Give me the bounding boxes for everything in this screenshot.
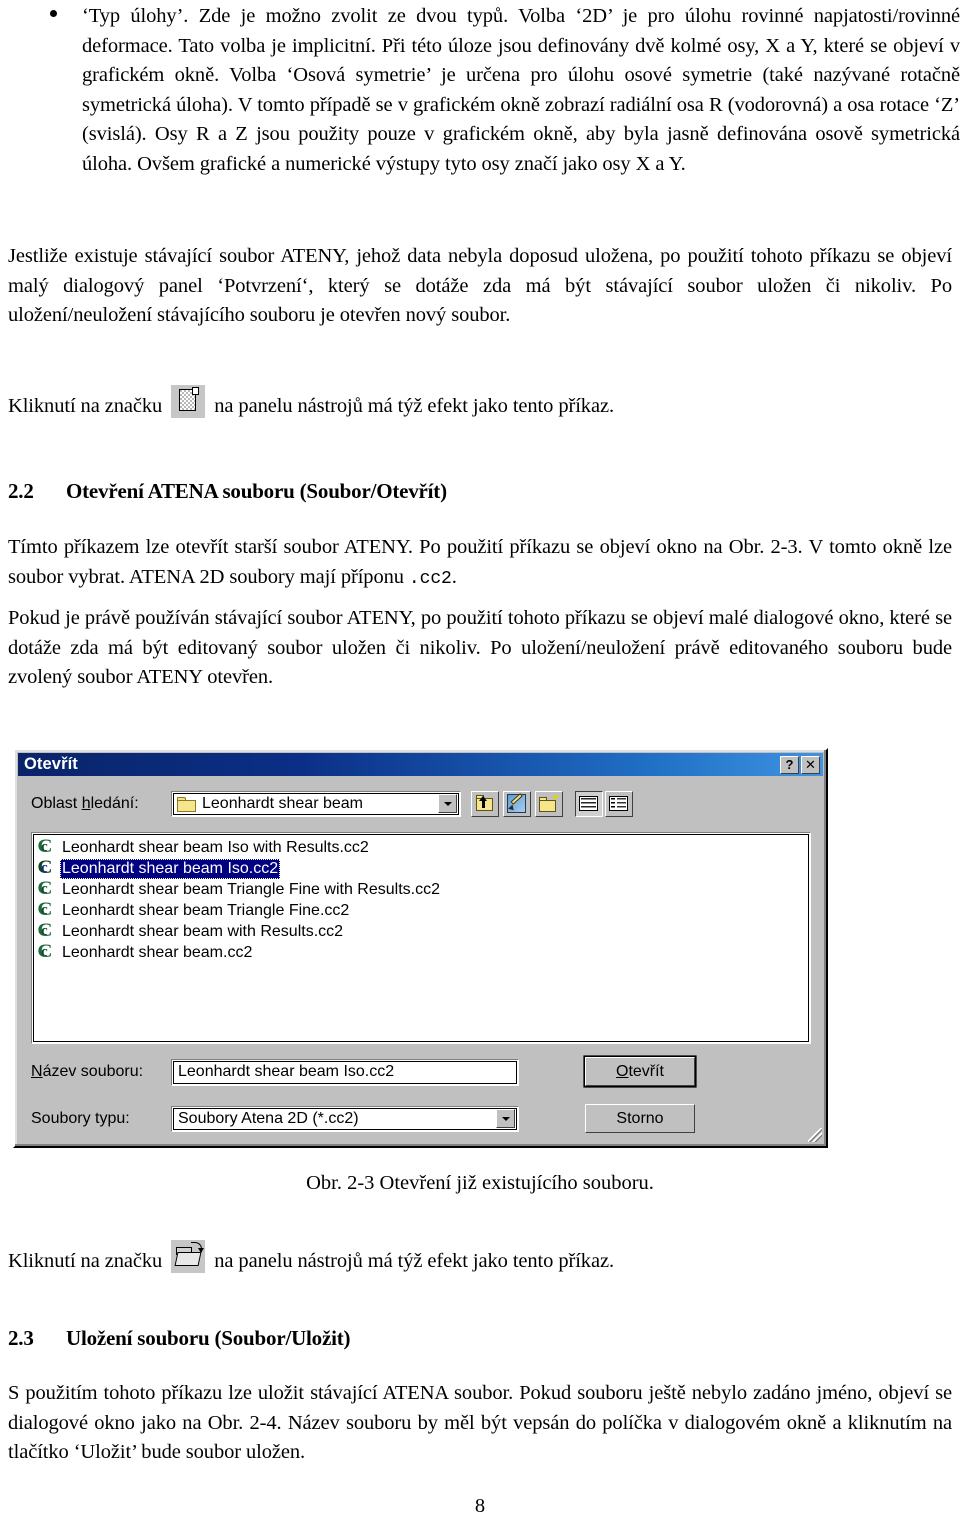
details-view-icon[interactable] [605,791,633,817]
favorites-icon[interactable] [503,791,531,817]
paragraph-pokud: Pokud je právě používán stávající soubor… [8,607,952,689]
file-type-value: Soubory Atena 2D (*.cc2) [178,1110,359,1127]
list-item[interactable]: Cc Leonhardt shear beam.cc2 [36,942,810,963]
heading-2-2: 2.2 Otevření ATENA souboru (Soubor/Otevří… [8,479,447,504]
list-item[interactable]: Cc Leonhardt shear beam Triangle Fine wi… [36,879,810,900]
dialog-toolbar: ✦ [471,791,563,817]
open-file-dialog: Otevřít ? ✕ Oblast hledání: Leonhardt sh… [13,748,828,1148]
resize-grip[interactable] [808,1128,822,1142]
click-text-before-2: Kliknutí na značku [8,1250,163,1272]
cc2-file-icon: Cc [37,878,53,899]
up-one-level-icon[interactable] [471,791,499,817]
cc2-file-icon: Cc [37,920,53,941]
new-document-icon [171,385,206,418]
list-item[interactable]: Cc Leonhardt shear beam Triangle Fine.cc… [36,900,810,921]
page-number: 8 [474,1495,486,1517]
heading-2-2-title: Otevření ATENA souboru (Soubor/Otevřít) [66,479,447,503]
bullet-paragraph-text: ‘Typ úlohy’. Zde je možno zvolit ze dvou… [82,5,960,175]
dialog-title: Otevřít [24,755,78,773]
paragraph-jestlize: Jestliže existuje stávající soubor ATENY… [8,245,952,327]
look-in-value: Leonhardt shear beam [202,795,363,812]
cancel-button[interactable]: Storno [585,1104,695,1133]
file-type-label: Soubory typu: [31,1110,130,1127]
file-name-input[interactable]: Leonhardt shear beam Iso.cc2 [171,1058,519,1086]
open-folder-icon [171,1240,206,1273]
file-name: Leonhardt shear beam Triangle Fine with … [62,880,440,898]
file-name: Leonhardt shear beam with Results.cc2 [62,922,344,940]
paragraph-timto: Tímto příkazem lze otevřít starší soubor… [8,533,952,594]
document-page: ‘Typ úlohy’. Zde je možno zvolit ze dvou… [0,0,960,1537]
file-type-combobox[interactable]: Soubory Atena 2D (*.cc2) [171,1106,519,1132]
click-text-before-1: Kliknutí na značku [8,395,163,417]
open-button[interactable]: Otevřít [585,1057,695,1086]
list-item[interactable]: Cc Leonhardt shear beam Iso with Results… [36,837,810,858]
help-button[interactable]: ? [780,755,799,774]
list-item[interactable]: Cc Leonhardt shear beam with Results.cc2 [36,921,810,942]
cc2-file-icon: Cc [37,836,53,857]
look-in-label: Oblast hledání: [31,795,139,812]
paragraph-timto-part1: Tímto příkazem lze otevřít starší soubor… [8,536,952,588]
list-view-icon[interactable] [575,791,603,817]
cc2-file-icon: Cc [37,857,53,878]
file-name-label: Název souboru: [31,1063,144,1080]
cc2-file-icon: Cc [37,899,53,920]
paragraph-spouzitim: S použitím tohoto příkazu lze uložit stá… [8,1382,952,1464]
click-text-after-1: na panelu nástrojů má týž efekt jako ten… [214,395,614,417]
chevron-down-icon[interactable] [496,1109,515,1128]
heading-2-3: 2.3 Uložení souboru (Soubor/Uložit) [8,1326,351,1351]
close-icon[interactable]: ✕ [801,755,820,774]
bullet-dot-icon [50,10,57,17]
heading-2-3-title: Uložení souboru (Soubor/Uložit) [66,1326,351,1350]
look-in-combobox[interactable]: Leonhardt shear beam [171,791,461,817]
bullet-paragraph-typ-ulohy: ‘Typ úlohy’. Zde je možno zvolit ze dvou… [50,2,960,180]
dialog-title-bar: Otevřít ? ✕ [18,753,823,776]
paragraph-timto-part2: . [451,565,457,588]
list-item[interactable]: Cc Leonhardt shear beam Iso.cc2 [36,858,810,879]
folder-icon [177,796,196,812]
look-in-row: Oblast hledání: Leonhardt shear beam ✦ [31,788,811,820]
chevron-down-icon[interactable] [438,794,457,813]
view-toolbar [575,791,633,817]
file-list[interactable]: Cc Leonhardt shear beam Iso with Results… [31,832,811,1044]
click-text-after-2: na panelu nástrojů má týž efekt jako ten… [214,1250,614,1272]
file-name: Leonhardt shear beam Iso with Results.cc… [62,838,369,856]
paragraph-click-new-file: Kliknutí na značku na panelu nástrojů má… [8,385,952,422]
cc2-file-icon: Cc [37,941,53,962]
new-folder-icon[interactable]: ✦ [535,791,563,817]
figure-caption: Obr. 2-3 Otevření již existujícího soubo… [306,1172,654,1194]
file-extension-literal: .cc2 [408,568,452,589]
dialog-title-buttons: ? ✕ [780,755,820,774]
heading-2-3-number: 2.3 [8,1326,34,1350]
paragraph-click-open-file: Kliknutí na značku na panelu nástrojů má… [8,1240,952,1277]
file-name: Leonhardt shear beam.cc2 [62,943,253,961]
file-name: Leonhardt shear beam Triangle Fine.cc2 [62,901,350,919]
heading-2-2-number: 2.2 [8,479,34,503]
file-name: Leonhardt shear beam Iso.cc2 [60,858,281,879]
